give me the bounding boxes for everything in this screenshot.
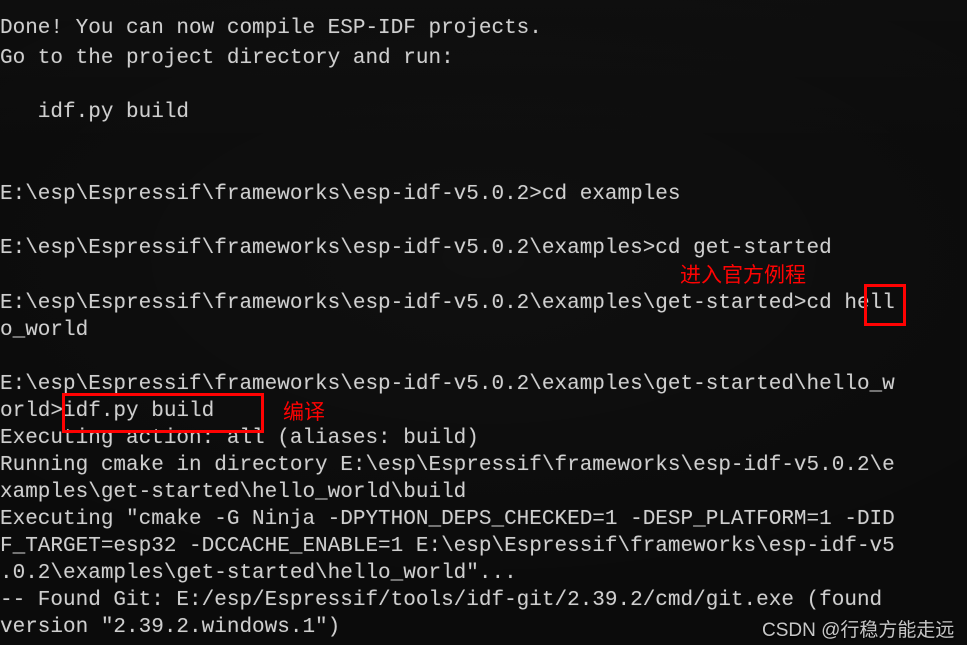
terminal-line: xamples\get-started\hello_world\build xyxy=(0,481,467,504)
annotation-compile: 编译 xyxy=(283,401,325,424)
terminal-line: idf.py build xyxy=(0,101,190,124)
terminal-line: E:\esp\Espressif\frameworks\esp-idf-v5.0… xyxy=(0,292,895,315)
terminal-line: E:\esp\Espressif\frameworks\esp-idf-v5.0… xyxy=(0,373,895,396)
terminal-line: Executing "cmake -G Ninja -DPYTHON_DEPS_… xyxy=(0,508,895,531)
terminal-line: Done! You can now compile ESP-IDF projec… xyxy=(0,17,542,40)
terminal-line: E:\esp\Espressif\frameworks\esp-idf-v5.0… xyxy=(0,237,832,260)
terminal-line: orld>idf.py build xyxy=(0,400,215,423)
terminal-line: -- Found Git: E:/esp/Espressif/tools/idf… xyxy=(0,589,883,612)
terminal-line: E:\esp\Espressif\frameworks\esp-idf-v5.0… xyxy=(0,183,681,206)
terminal-line: F_TARGET=esp32 -DCCACHE_ENABLE=1 E:\esp\… xyxy=(0,535,895,558)
terminal-line: .0.2\examples\get-started\hello_world"..… xyxy=(0,562,517,585)
terminal-line: Go to the project directory and run: xyxy=(0,47,454,70)
terminal-window: Done! You can now compile ESP-IDF projec… xyxy=(0,0,967,645)
csdn-watermark: CSDN @行稳方能走远 xyxy=(762,620,955,641)
terminal-line: Executing action: all (aliases: build) xyxy=(0,427,479,450)
terminal-line: Running cmake in directory E:\esp\Espres… xyxy=(0,454,895,477)
annotation-enter-official-example: 进入官方例程 xyxy=(680,264,806,287)
terminal-line: version "2.39.2.windows.1") xyxy=(0,616,341,639)
terminal-line: o_world xyxy=(0,319,89,342)
